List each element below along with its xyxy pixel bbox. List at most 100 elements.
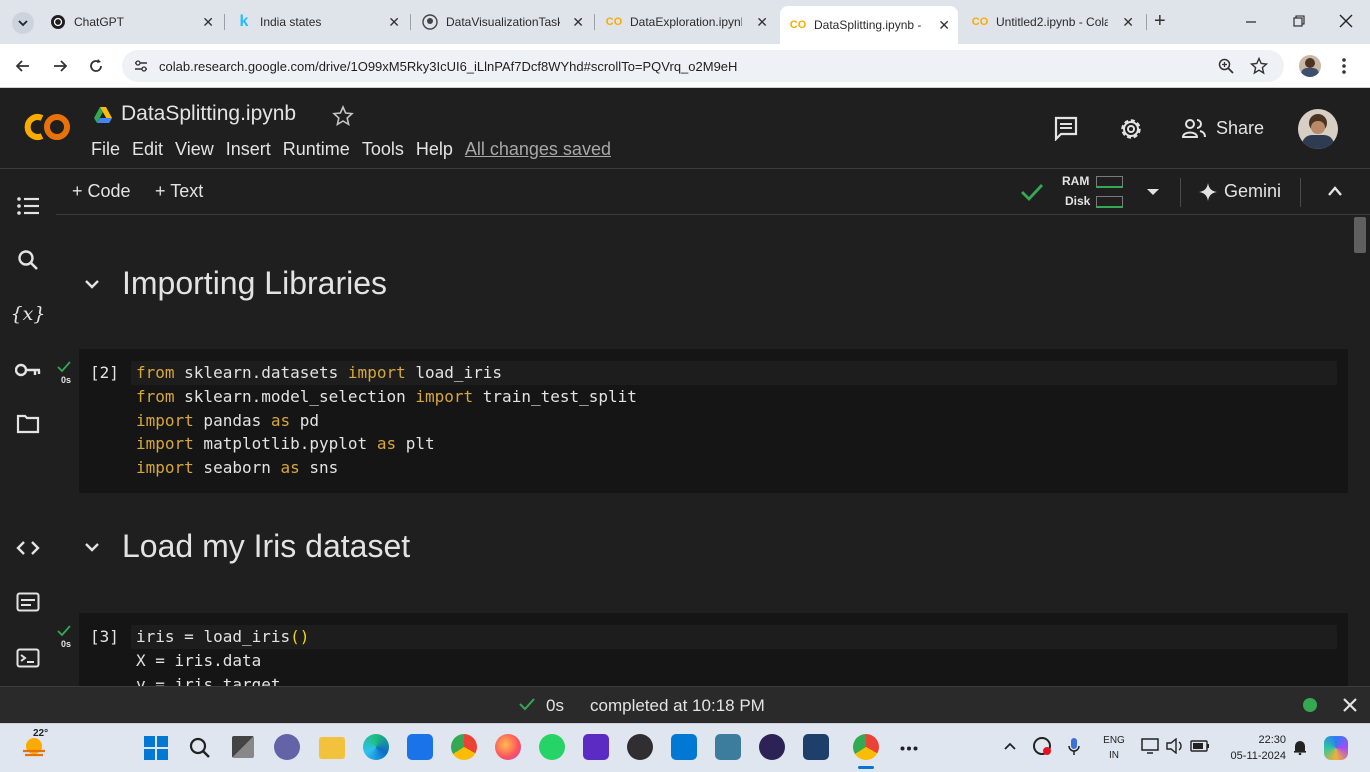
chrome-profile-icon[interactable] bbox=[853, 734, 879, 760]
microphone-icon[interactable] bbox=[1068, 737, 1080, 757]
code-editor[interactable]: from sklearn.datasets import load_iris fr… bbox=[136, 361, 637, 480]
menu-help[interactable]: Help bbox=[416, 139, 453, 160]
browser-tab-github[interactable]: DataVisualizationTask ✕ bbox=[416, 8, 592, 36]
tab-title: India states bbox=[260, 15, 322, 29]
forward-button[interactable] bbox=[51, 57, 69, 75]
browser-menu-icon[interactable] bbox=[1341, 57, 1347, 75]
collapse-section-chevron-icon[interactable] bbox=[82, 537, 102, 557]
add-code-cell-button[interactable]: + Code bbox=[72, 181, 131, 202]
close-tab-icon[interactable]: ✕ bbox=[1122, 14, 1134, 31]
status-completed-text[interactable]: completed at 10:18 PM bbox=[590, 696, 765, 716]
add-text-cell-button[interactable]: + Text bbox=[155, 181, 203, 202]
reload-button[interactable] bbox=[87, 57, 105, 75]
close-tab-icon[interactable]: ✕ bbox=[202, 14, 214, 31]
restore-window-button[interactable] bbox=[1292, 14, 1306, 28]
browser-tab-datasplitting[interactable]: CO DataSplitting.ipynb - ✕ bbox=[780, 6, 958, 44]
vmware-icon[interactable] bbox=[803, 734, 829, 760]
cell-run-status[interactable]: 0s bbox=[57, 361, 75, 385]
new-tab-button[interactable]: + bbox=[1154, 10, 1166, 33]
browser-tab-dataexploration[interactable]: CO DataExploration.ipynb ✕ bbox=[600, 8, 776, 36]
account-avatar[interactable] bbox=[1298, 109, 1338, 149]
colab-logo[interactable] bbox=[19, 109, 73, 145]
variables-icon[interactable]: {𝑥} bbox=[11, 300, 46, 328]
save-status-link[interactable]: All changes saved bbox=[465, 139, 611, 160]
volume-icon[interactable] bbox=[1166, 738, 1184, 754]
browser-tab-untitled2[interactable]: CO Untitled2.ipynb - Cola ✕ bbox=[966, 8, 1142, 36]
gemini-button[interactable]: Gemini bbox=[1199, 181, 1281, 202]
eclipse-icon[interactable] bbox=[759, 734, 785, 760]
settings-button[interactable] bbox=[1117, 115, 1145, 143]
menu-file[interactable]: File bbox=[91, 139, 120, 160]
folder-icon[interactable] bbox=[14, 410, 42, 438]
minimize-window-button[interactable] bbox=[1244, 14, 1258, 28]
browser-tab-chatgpt[interactable]: ChatGPT ✕ bbox=[44, 8, 222, 36]
notebook-title[interactable]: DataSplitting.ipynb bbox=[121, 102, 296, 126]
windows-taskbar: 22° ENG IN 22:30 05-11-2024 bbox=[0, 723, 1370, 772]
scrollbar-thumb[interactable] bbox=[1354, 217, 1366, 253]
weather-widget[interactable]: 22° bbox=[20, 728, 50, 763]
menu-runtime[interactable]: Runtime bbox=[283, 139, 350, 160]
menu-view[interactable]: View bbox=[175, 139, 214, 160]
site-info-icon[interactable] bbox=[133, 59, 149, 73]
close-tab-icon[interactable]: ✕ bbox=[388, 14, 400, 31]
input-language[interactable]: ENG IN bbox=[1100, 733, 1128, 763]
code-cell[interactable]: 0s [3] iris = load_iris() X = iris.data y … bbox=[57, 613, 1348, 686]
snipping-tool-icon[interactable] bbox=[583, 734, 609, 760]
comments-button[interactable] bbox=[1053, 115, 1079, 141]
close-tab-icon[interactable]: ✕ bbox=[756, 14, 768, 31]
notebook-scrollbar[interactable] bbox=[1352, 215, 1370, 686]
resource-monitor[interactable]: RAM Disk bbox=[1060, 174, 1130, 212]
code-editor[interactable]: iris = load_iris() X = iris.data y = iris.… bbox=[136, 625, 309, 686]
clock[interactable]: 22:30 05-11-2024 bbox=[1216, 732, 1286, 764]
vscode-icon[interactable] bbox=[671, 734, 697, 760]
address-bar[interactable]: colab.research.google.com/drive/1O99xM5R… bbox=[122, 50, 1284, 82]
browser-tab-india-states[interactable]: k India states ✕ bbox=[230, 8, 408, 36]
zoom-icon[interactable] bbox=[1218, 58, 1234, 74]
collapse-section-chevron-icon[interactable] bbox=[82, 274, 102, 294]
cell-run-status[interactable]: 0s bbox=[57, 625, 75, 649]
table-of-contents-icon[interactable] bbox=[14, 192, 42, 220]
bookmark-star-icon[interactable] bbox=[1250, 57, 1268, 75]
code-snippets-icon[interactable] bbox=[14, 534, 42, 562]
microsoft-store-icon[interactable] bbox=[407, 734, 433, 760]
terminal-icon[interactable] bbox=[14, 644, 42, 672]
star-notebook-icon[interactable] bbox=[332, 105, 354, 127]
menu-edit[interactable]: Edit bbox=[132, 139, 163, 160]
back-button[interactable] bbox=[14, 57, 32, 75]
close-tab-icon[interactable]: ✕ bbox=[572, 14, 584, 31]
file-explorer-icon[interactable] bbox=[319, 737, 345, 759]
firefox-icon[interactable] bbox=[495, 734, 521, 760]
task-view-icon[interactable] bbox=[232, 736, 254, 758]
gear-icon bbox=[1121, 119, 1141, 139]
code-cell[interactable]: 0s [2] from sklearn.datasets import load… bbox=[57, 349, 1348, 493]
taskbar-search-icon[interactable] bbox=[188, 736, 212, 760]
close-tab-icon[interactable]: ✕ bbox=[938, 17, 950, 34]
start-button[interactable] bbox=[144, 736, 168, 760]
battery-icon[interactable] bbox=[1190, 740, 1210, 752]
more-apps-icon[interactable] bbox=[900, 746, 918, 751]
runtime-dropdown-button[interactable] bbox=[1146, 187, 1160, 197]
share-button[interactable]: Share bbox=[1181, 117, 1264, 139]
collapse-header-button[interactable] bbox=[1327, 185, 1343, 197]
whatsapp-icon[interactable] bbox=[539, 734, 565, 760]
close-status-bar-button[interactable] bbox=[1342, 697, 1358, 713]
obs-icon[interactable] bbox=[627, 734, 653, 760]
close-window-button[interactable] bbox=[1338, 13, 1354, 29]
edge-browser-icon[interactable] bbox=[363, 734, 389, 760]
chrome-icon[interactable] bbox=[451, 734, 477, 760]
menu-insert[interactable]: Insert bbox=[226, 139, 271, 160]
meet-icon[interactable] bbox=[274, 734, 300, 760]
menu-tools[interactable]: Tools bbox=[362, 139, 404, 160]
network-alert-icon[interactable] bbox=[1033, 737, 1051, 755]
secrets-key-icon[interactable] bbox=[14, 356, 42, 384]
search-icon[interactable] bbox=[14, 246, 42, 274]
command-palette-icon[interactable] bbox=[14, 588, 42, 616]
profile-avatar[interactable] bbox=[1299, 55, 1321, 77]
tab-search-button[interactable] bbox=[12, 12, 34, 34]
show-hidden-icons-chevron-icon[interactable] bbox=[1003, 741, 1017, 751]
close-icon bbox=[1339, 14, 1353, 28]
notification-bell-icon[interactable] bbox=[1293, 739, 1307, 755]
copilot-icon[interactable] bbox=[1324, 736, 1348, 760]
remote-desktop-icon[interactable] bbox=[715, 734, 741, 760]
wifi-icon[interactable] bbox=[1141, 738, 1159, 754]
